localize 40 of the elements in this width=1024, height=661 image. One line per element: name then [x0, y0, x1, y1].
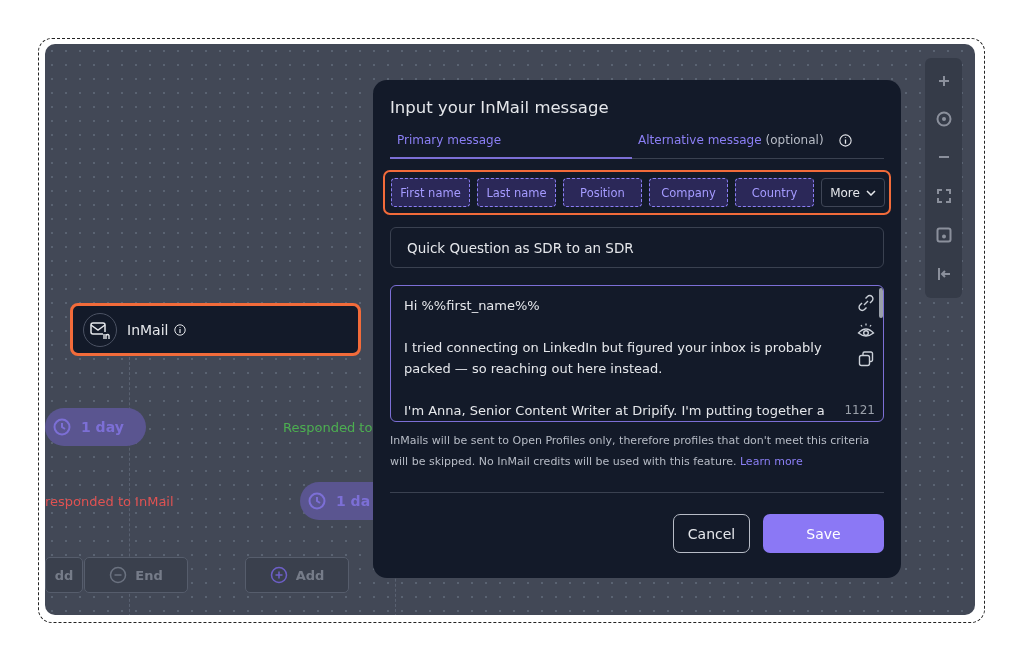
branch-label: Responded to — [283, 420, 373, 435]
exit-icon[interactable] — [935, 266, 952, 283]
more-dropdown[interactable]: More — [821, 178, 885, 207]
variable-chip[interactable]: Company — [649, 178, 728, 207]
clock-icon — [308, 492, 326, 510]
save-button[interactable]: Save — [763, 514, 884, 553]
message-paragraph: Hi %%first_name%% — [404, 297, 541, 315]
target-icon[interactable] — [935, 111, 952, 127]
learn-more-link[interactable]: Learn more — [739, 455, 803, 468]
clock-icon — [53, 418, 71, 436]
chevron-down-icon — [865, 189, 876, 196]
zoom-in-icon[interactable] — [936, 73, 951, 88]
variable-chip[interactable]: Position — [563, 178, 642, 207]
delay-pill: 1 day — [45, 408, 146, 446]
fit-view-icon[interactable] — [935, 187, 952, 204]
variable-chip[interactable]: Last name — [477, 178, 556, 207]
cancel-button[interactable]: Cancel — [673, 514, 750, 553]
variable-chip[interactable]: Country — [735, 178, 814, 207]
node-title: InMail — [127, 321, 169, 338]
message-tab[interactable]: Primary message — [390, 127, 632, 159]
info-note: InMails will be sent to Open Profiles only, therefore profiles that don't meet this criteria will be skipped. No InMail credits will be used with this feature. Learn more — [390, 433, 871, 470]
variable-chip[interactable]: First name — [391, 178, 470, 207]
message-paragraph: I'm Anna, Senior Content Writer at Dripify. I'm putting together a — [404, 402, 826, 420]
copy-icon[interactable] — [857, 350, 875, 368]
info-icon[interactable] — [174, 323, 187, 336]
save-icon[interactable] — [935, 226, 952, 243]
eye-icon[interactable] — [857, 322, 875, 340]
message-paragraph: I tried connecting on LinkedIn but figured your inbox is probably packed — so reaching out here instead. — [404, 339, 823, 378]
inmail-node[interactable]: InMail — [70, 303, 361, 356]
info-icon[interactable] — [838, 134, 852, 147]
add-icon — [269, 566, 288, 584]
link-icon[interactable] — [857, 294, 875, 312]
minus-circle-icon — [109, 566, 128, 584]
character-count: 1121 — [844, 403, 875, 417]
message-field[interactable]: Hi %%first_name%% I tried connecting on LinkedIn but figured your inbox is probably packed — so reaching out here instead. I'm Anna, Senior Content Writer at Dripify. I'm putting together a 1121 — [390, 285, 884, 422]
subject-field[interactable]: Quick Question as SDR to an SDR — [390, 227, 884, 268]
branch-label: responded to InMail — [45, 494, 174, 509]
dialog-title: Input your InMail message — [390, 98, 610, 117]
message-tab[interactable]: Alternative message (optional) — [632, 127, 831, 159]
scrollbar[interactable] — [879, 288, 883, 318]
